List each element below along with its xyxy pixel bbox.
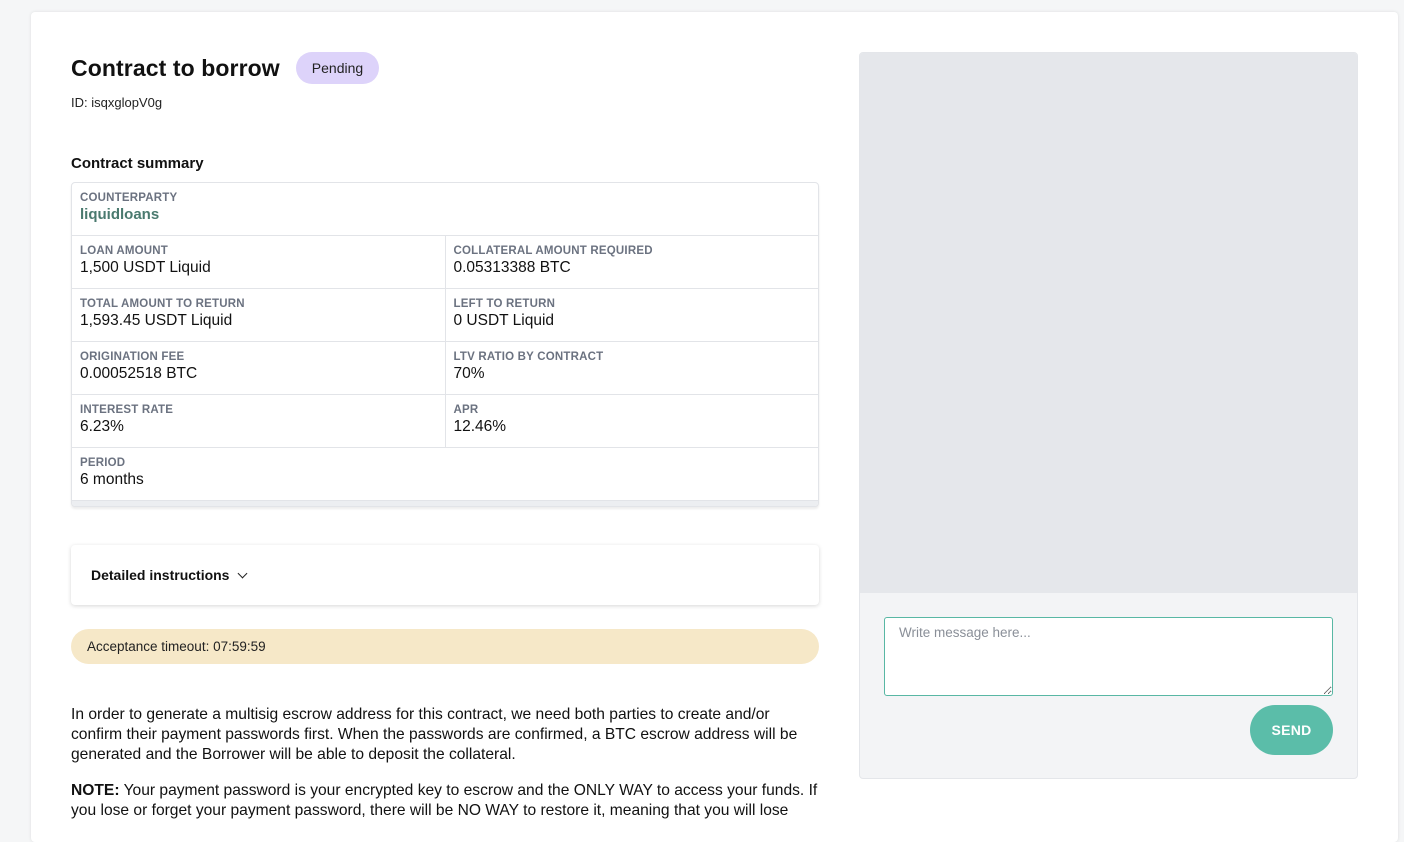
contract-summary-table: COUNTERPARTY liquidloans LOAN AMOUNT 1,5… (71, 182, 819, 507)
collateral-value: 0.05313388 BTC (453, 259, 571, 276)
counterparty-link[interactable]: liquidloans (80, 206, 810, 223)
total-return-label: TOTAL AMOUNT TO RETURN (80, 298, 245, 310)
summary-row: TOTAL AMOUNT TO RETURN 1,593.45 USDT Liq… (72, 289, 818, 342)
left-return-label: LEFT TO RETURN (453, 298, 556, 310)
loan-amount-value: 1,500 USDT Liquid (80, 259, 211, 276)
total-return-value: 1,593.45 USDT Liquid (80, 312, 233, 329)
ltv-label: LTV RATIO BY CONTRACT (453, 351, 604, 363)
ltv-cell: LTV RATIO BY CONTRACT 70% (444, 342, 819, 394)
payment-password-note: NOTE: Your payment password is your encr… (71, 781, 823, 821)
chat-messages-area[interactable] (860, 53, 1357, 593)
period-value: 6 months (80, 471, 144, 488)
left-return-value: 0 USDT Liquid (453, 312, 555, 329)
counterparty-cell: COUNTERPARTY liquidloans (72, 183, 818, 235)
left-return-cell: LEFT TO RETURN 0 USDT Liquid (444, 289, 819, 341)
summary-row: LOAN AMOUNT 1,500 USDT Liquid COLLATERAL… (72, 236, 818, 289)
note-label: NOTE: (71, 782, 120, 799)
interest-value: 6.23% (80, 418, 124, 435)
page-title: Contract to borrow (71, 54, 280, 81)
instructions-label: Detailed instructions (91, 567, 230, 583)
interest-cell: INTEREST RATE 6.23% (72, 395, 445, 447)
interest-label: INTEREST RATE (80, 404, 174, 416)
origination-fee-value: 0.00052518 BTC (80, 365, 198, 382)
escrow-explanation: In order to generate a multisig escrow a… (71, 706, 798, 763)
collateral-label: COLLATERAL AMOUNT REQUIRED (453, 245, 653, 257)
apr-value: 12.46% (453, 418, 507, 435)
summary-heading: Contract summary (71, 155, 204, 172)
counterparty-label: COUNTERPARTY (80, 192, 178, 204)
contract-id: ID: isqxglopV0g (71, 95, 163, 110)
summary-footer-strip (72, 501, 818, 506)
loan-amount-cell: LOAN AMOUNT 1,500 USDT Liquid (72, 236, 445, 288)
loan-amount-label: LOAN AMOUNT (80, 245, 169, 257)
period-cell: PERIOD 6 months (72, 448, 818, 500)
status-badge: Pending (295, 52, 380, 84)
collateral-cell: COLLATERAL AMOUNT REQUIRED 0.05313388 BT… (444, 236, 819, 288)
summary-row: COUNTERPARTY liquidloans (72, 183, 818, 236)
apr-label: APR (453, 404, 479, 416)
chevron-down-icon (238, 568, 248, 578)
ltv-value: 70% (453, 365, 485, 382)
origination-fee-cell: ORIGINATION FEE 0.00052518 BTC (72, 342, 445, 394)
message-input[interactable] (884, 617, 1333, 696)
total-return-cell: TOTAL AMOUNT TO RETURN 1,593.45 USDT Liq… (72, 289, 445, 341)
send-button[interactable]: SEND (1250, 705, 1333, 755)
period-label: PERIOD (80, 457, 126, 469)
summary-row: PERIOD 6 months (72, 448, 818, 501)
detailed-instructions-toggle[interactable]: Detailed instructions (71, 545, 819, 605)
note-text: Your payment password is your encrypted … (71, 782, 818, 819)
title-row: Contract to borrow Pending (71, 52, 380, 84)
summary-row: ORIGINATION FEE 0.00052518 BTC LTV RATIO… (72, 342, 818, 395)
acceptance-timeout-banner: Acceptance timeout: 07:59:59 (71, 629, 819, 664)
origination-fee-label: ORIGINATION FEE (80, 351, 185, 363)
summary-row: INTEREST RATE 6.23% APR 12.46% (72, 395, 818, 448)
chat-panel: SEND (859, 52, 1358, 779)
apr-cell: APR 12.46% (444, 395, 819, 447)
